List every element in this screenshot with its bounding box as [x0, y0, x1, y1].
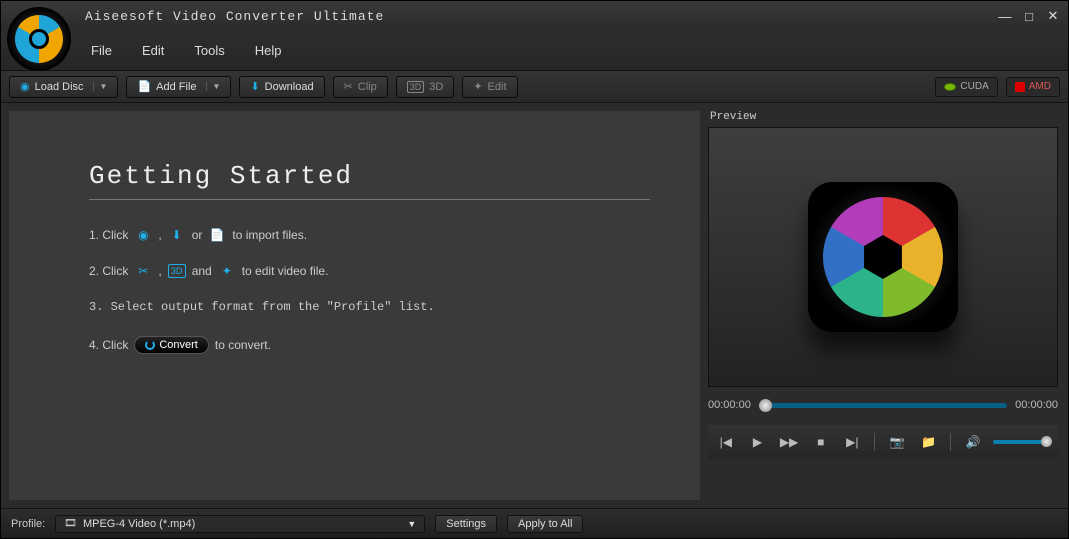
getting-started-panel: Getting Started 1. Click ◉ , ⬇ or 📄 to i…	[89, 161, 650, 354]
menu-edit[interactable]: Edit	[142, 43, 164, 58]
open-folder-button[interactable]: 📁	[917, 431, 941, 453]
three-d-icon: 3D	[168, 264, 186, 278]
effects-icon: ✦	[218, 264, 236, 278]
window-controls: — □ ✕	[996, 8, 1062, 24]
menu-file[interactable]: File	[91, 43, 112, 58]
file-list-panel: Getting Started 1. Click ◉ , ⬇ or 📄 to i…	[9, 111, 700, 500]
minimize-button[interactable]: —	[996, 8, 1014, 24]
settings-button[interactable]: Settings	[435, 515, 497, 533]
three-d-button[interactable]: 3D 3D	[396, 76, 455, 98]
preview-viewport	[708, 127, 1058, 387]
time-current: 00:00:00	[708, 399, 751, 411]
add-file-icon: 📄	[137, 80, 151, 93]
profile-label: Profile:	[11, 518, 45, 530]
volume-slider[interactable]	[993, 440, 1052, 444]
preview-pane: Preview 00:00:00 00:00:00 |◀ ▶ ▶▶	[708, 103, 1068, 508]
next-button[interactable]: ▶|	[841, 431, 865, 453]
amd-icon	[1015, 82, 1025, 92]
menu-help[interactable]: Help	[255, 43, 282, 58]
download-icon: ⬇	[250, 80, 259, 93]
seek-slider[interactable]	[759, 403, 1007, 408]
nvidia-icon	[944, 83, 956, 91]
close-button[interactable]: ✕	[1044, 8, 1062, 24]
playback-controls: |◀ ▶ ▶▶ ■ ▶| 📷 📁 🔊	[708, 425, 1058, 459]
file-list-pane: Getting Started 1. Click ◉ , ⬇ or 📄 to i…	[1, 103, 708, 508]
clip-button[interactable]: ✂ Clip	[333, 76, 388, 98]
cuda-badge[interactable]: CUDA	[935, 77, 997, 97]
disc-icon: ◉	[20, 80, 30, 93]
fast-forward-button[interactable]: ▶▶	[777, 431, 801, 453]
three-d-icon: 3D	[407, 81, 425, 93]
chevron-down-icon: ▼	[407, 519, 416, 529]
preview-placeholder	[808, 182, 958, 332]
download-icon: ⬇	[168, 228, 186, 242]
volume-thumb[interactable]	[1041, 436, 1052, 447]
convert-chip: Convert	[134, 336, 209, 354]
step-4: 4. Click Convert to convert.	[89, 336, 650, 354]
download-button[interactable]: ⬇ Download	[239, 76, 324, 98]
seek-row: 00:00:00 00:00:00	[708, 399, 1058, 411]
load-disc-dropdown[interactable]: ▼	[93, 82, 108, 91]
volume-icon[interactable]: 🔊	[961, 431, 985, 453]
menu-tools[interactable]: Tools	[194, 43, 224, 58]
time-total: 00:00:00	[1015, 399, 1058, 411]
toolbar: ◉ Load Disc ▼ 📄 Add File ▼ ⬇ Download ✂ …	[1, 71, 1068, 103]
seek-thumb[interactable]	[759, 399, 772, 412]
play-button[interactable]: ▶	[746, 431, 770, 453]
step-2: 2. Click ✂ , 3D and ✦ to edit video file…	[89, 264, 650, 278]
title-bar: Aiseesoft Video Converter Ultimate — □ ✕	[1, 1, 1068, 31]
app-window: Aiseesoft Video Converter Ultimate — □ ✕…	[0, 0, 1069, 539]
amd-badge[interactable]: AMD	[1006, 77, 1060, 97]
file-plus-icon: 📄	[208, 228, 226, 242]
edit-button[interactable]: ✦ Edit	[462, 76, 517, 98]
app-title: Aiseesoft Video Converter Ultimate	[85, 9, 384, 24]
apply-to-all-button[interactable]: Apply to All	[507, 515, 583, 533]
load-disc-button[interactable]: ◉ Load Disc ▼	[9, 76, 118, 98]
content-area: Getting Started 1. Click ◉ , ⬇ or 📄 to i…	[1, 103, 1068, 508]
snapshot-button[interactable]: 📷	[885, 431, 909, 453]
mp4-icon: 🎞	[64, 518, 77, 529]
add-file-dropdown[interactable]: ▼	[206, 82, 221, 91]
shutter-icon	[823, 197, 943, 317]
profile-value: MPEG-4 Video (*.mp4)	[83, 518, 195, 530]
step-1: 1. Click ◉ , ⬇ or 📄 to import files.	[89, 228, 650, 242]
playback-bar: 00:00:00 00:00:00 |◀ ▶ ▶▶ ■ ▶| 📷 📁	[708, 399, 1058, 459]
profile-select[interactable]: 🎞 MPEG-4 Video (*.mp4) ▼	[55, 515, 425, 533]
app-logo	[7, 7, 71, 71]
preview-label: Preview	[710, 111, 1058, 123]
convert-ring-icon	[145, 340, 155, 350]
scissors-icon: ✂	[344, 80, 353, 93]
bottom-bar: Profile: 🎞 MPEG-4 Video (*.mp4) ▼ Settin…	[1, 508, 1068, 538]
step-3: 3. Select output format from the "Profil…	[89, 300, 650, 314]
menu-bar: File Edit Tools Help	[1, 31, 1068, 71]
edit-icon: ✦	[473, 80, 482, 93]
add-file-button[interactable]: 📄 Add File ▼	[126, 76, 231, 98]
scissors-icon: ✂	[134, 264, 152, 278]
disc-plus-icon: ◉	[134, 228, 152, 242]
maximize-button[interactable]: □	[1020, 8, 1038, 24]
stop-button[interactable]: ■	[809, 431, 833, 453]
prev-button[interactable]: |◀	[714, 431, 738, 453]
getting-started-title: Getting Started	[89, 161, 650, 200]
